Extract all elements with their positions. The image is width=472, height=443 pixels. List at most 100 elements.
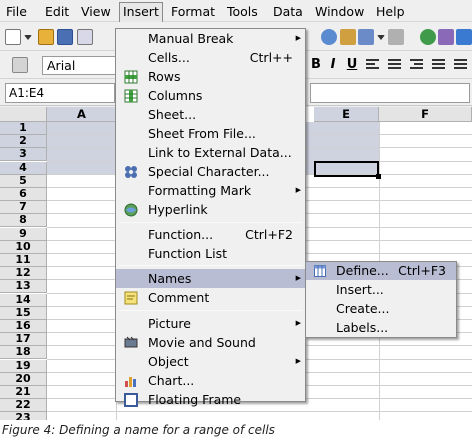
row-header[interactable]: 5 — [0, 174, 47, 188]
email-icon[interactable] — [77, 29, 93, 45]
navigator-icon[interactable] — [420, 29, 436, 45]
menu-item-label: Link to External Data... — [148, 145, 292, 160]
row-header[interactable]: 4 — [0, 161, 47, 175]
row-header[interactable]: 13 — [0, 280, 47, 294]
menu-item-rows[interactable]: Rows — [116, 67, 305, 86]
align-center-icon[interactable] — [388, 59, 401, 71]
menu-item-movie-and-sound[interactable]: Movie and Sound — [116, 333, 305, 352]
redo-icon[interactable] — [388, 29, 404, 45]
menu-separator — [119, 265, 302, 266]
menu-item-function[interactable]: Function... Ctrl+F2 — [116, 225, 305, 244]
menu-item-cells[interactable]: Cells... Ctrl++ — [116, 48, 305, 67]
new-document-icon[interactable] — [5, 29, 21, 45]
sort-icon[interactable] — [321, 29, 337, 45]
menu-item-hyperlink[interactable]: Hyperlink — [116, 200, 305, 219]
row-header[interactable]: 6 — [0, 188, 47, 201]
merge-cells-icon[interactable] — [454, 59, 467, 71]
menu-window[interactable]: Window — [312, 3, 367, 20]
menu-edit[interactable]: Edit — [42, 3, 72, 20]
menu-item-floating-frame[interactable]: Floating Frame — [116, 390, 305, 407]
menu-item-label: Object — [148, 354, 189, 369]
row-header[interactable]: 12 — [0, 267, 47, 281]
select-all-corner[interactable] — [0, 107, 47, 122]
define-names-icon — [314, 265, 326, 277]
comment-icon — [124, 291, 138, 305]
menu-file[interactable]: File — [3, 3, 30, 20]
undo-dropdown-icon[interactable] — [377, 35, 385, 40]
columns-icon — [124, 89, 138, 103]
gallery-icon[interactable] — [438, 29, 454, 45]
formula-input[interactable] — [310, 83, 470, 103]
menu-data[interactable]: Data — [270, 3, 306, 20]
row-header[interactable]: 10 — [0, 240, 47, 254]
submenu-item-define[interactable]: Define... Ctrl+F3 — [306, 262, 456, 280]
column-header-a[interactable]: A — [47, 107, 117, 122]
menu-bar: File Edit View Insert Format Tools Data … — [0, 0, 472, 22]
row-header[interactable]: 2 — [0, 135, 47, 149]
align-right-icon[interactable] — [410, 59, 423, 71]
menu-item-special-character[interactable]: Special Character... — [116, 162, 305, 181]
row-header[interactable]: 3 — [0, 148, 47, 162]
row-header[interactable]: 14 — [0, 293, 47, 307]
menu-item-manual-break[interactable]: Manual Break ▶ — [116, 29, 305, 48]
italic-icon[interactable]: I — [325, 57, 341, 73]
bold-icon[interactable]: B — [308, 57, 324, 73]
menu-item-object[interactable]: Object ▶ — [116, 352, 305, 371]
menu-help[interactable]: Help — [373, 3, 408, 20]
submenu-item-label: Create... — [336, 301, 390, 316]
menu-item-comment[interactable]: Comment — [116, 288, 305, 307]
menu-item-label: Function... — [148, 227, 214, 242]
row-header[interactable]: 20 — [0, 372, 47, 386]
row-header[interactable]: 19 — [0, 359, 47, 373]
menu-item-function-list[interactable]: Function List — [116, 244, 305, 263]
menu-item-link-external-data[interactable]: Link to External Data... — [116, 143, 305, 162]
row-header[interactable]: 18 — [0, 346, 47, 360]
movie-icon — [124, 336, 138, 348]
menu-item-chart[interactable]: Chart... — [116, 371, 305, 390]
row-header[interactable]: 16 — [0, 320, 47, 333]
active-cell[interactable] — [314, 161, 379, 177]
font-name-box[interactable]: Arial — [42, 56, 118, 75]
menu-item-columns[interactable]: Columns — [116, 86, 305, 105]
underline-icon[interactable]: U — [344, 57, 360, 73]
row-header[interactable]: 22 — [0, 399, 47, 413]
styles-icon[interactable] — [12, 57, 28, 73]
row-header[interactable]: 17 — [0, 333, 47, 347]
menu-tools[interactable]: Tools — [224, 3, 261, 20]
name-box[interactable]: A1:E4 — [5, 83, 115, 103]
column-header-e[interactable]: E — [314, 107, 379, 122]
rows-icon — [124, 70, 138, 84]
menu-item-names[interactable]: Names ▶ — [116, 269, 305, 288]
row-header[interactable]: 8 — [0, 214, 47, 228]
open-folder-icon[interactable] — [38, 29, 54, 45]
row-header[interactable]: 21 — [0, 386, 47, 399]
row-header[interactable]: 23 — [0, 412, 47, 420]
row-header[interactable]: 15 — [0, 306, 47, 320]
menu-item-label: Function List — [148, 246, 227, 261]
submenu-item-labels[interactable]: Labels... — [306, 319, 456, 337]
column-header-f[interactable]: F — [379, 107, 472, 122]
fill-handle[interactable] — [376, 174, 381, 179]
menu-item-formatting-mark[interactable]: Formatting Mark ▶ — [116, 181, 305, 200]
row-header[interactable]: 11 — [0, 254, 47, 267]
submenu-item-label: Define... — [336, 263, 389, 278]
row-header[interactable]: 7 — [0, 201, 47, 215]
menu-item-picture[interactable]: Picture ▶ — [116, 314, 305, 333]
align-left-icon[interactable] — [366, 59, 379, 71]
menu-item-sheet[interactable]: Sheet... — [116, 105, 305, 124]
help-icon[interactable] — [456, 29, 472, 45]
undo-icon[interactable] — [358, 29, 374, 45]
paintbrush-icon[interactable] — [340, 29, 356, 45]
menu-item-sheet-from-file[interactable]: Sheet From File... — [116, 124, 305, 143]
menu-view[interactable]: View — [78, 3, 114, 20]
menu-insert[interactable]: Insert — [119, 2, 163, 22]
submenu-item-insert[interactable]: Insert... — [306, 281, 456, 299]
row-header[interactable]: 1 — [0, 122, 47, 135]
justify-icon[interactable] — [432, 59, 445, 71]
save-icon[interactable] — [57, 29, 73, 45]
submenu-item-create[interactable]: Create... — [306, 300, 456, 318]
hyperlink-icon — [124, 203, 138, 217]
new-dropdown-icon[interactable] — [24, 35, 32, 40]
menu-format[interactable]: Format — [168, 3, 218, 20]
row-header[interactable]: 9 — [0, 227, 47, 241]
